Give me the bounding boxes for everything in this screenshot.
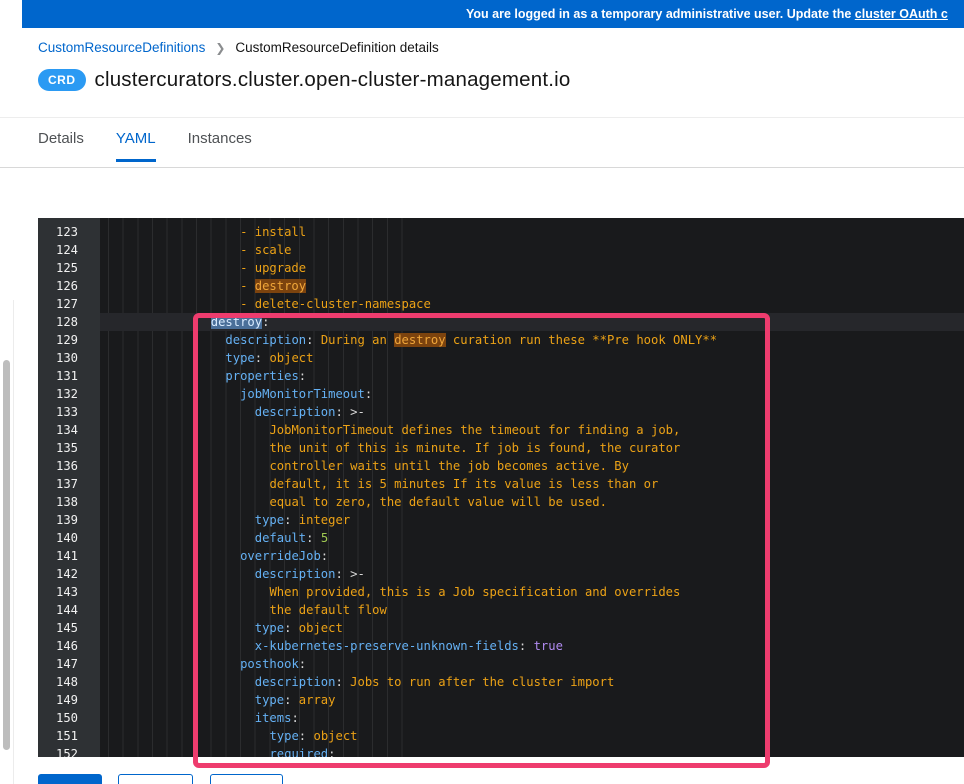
line-number: 142 (55, 567, 78, 581)
code-line[interactable]: - destroy (100, 277, 964, 295)
line-number: 143 (55, 585, 78, 599)
code-line[interactable]: description: >- (100, 403, 964, 421)
code-line[interactable]: x-kubernetes-preserve-unknown-fields: tr… (100, 637, 964, 655)
code-line[interactable]: controller waits until the job becomes a… (100, 457, 964, 475)
line-number: 130 (55, 351, 78, 365)
line-number: 145 (55, 621, 78, 635)
banner-message: You are logged in as a temporary adminis… (466, 7, 855, 21)
code-line[interactable]: type: object (100, 727, 964, 745)
left-scrollbar-track (13, 300, 14, 784)
code-line[interactable]: the default flow (100, 601, 964, 619)
line-number: 146 (55, 639, 78, 653)
code-line[interactable]: default: 5 (100, 529, 964, 547)
line-number: 141 (55, 549, 78, 563)
tab-details[interactable]: Details (38, 118, 84, 162)
line-number: 147 (55, 657, 78, 671)
code-line[interactable]: - upgrade (100, 259, 964, 277)
code-line[interactable]: description: During an destroy curation … (100, 331, 964, 349)
line-number: 150 (55, 711, 78, 725)
secondary-action-button-1[interactable] (118, 774, 193, 784)
line-number: 123 (55, 225, 78, 239)
code-line[interactable]: - install (100, 223, 964, 241)
code-line[interactable]: type: array (100, 691, 964, 709)
line-number: 137 (55, 477, 78, 491)
tabs-bottom-divider (0, 167, 964, 168)
breadcrumb-link-customresourcedefinitions[interactable]: CustomResourceDefinitions (38, 40, 205, 55)
code-line[interactable]: JobMonitorTimeout defines the timeout fo… (100, 421, 964, 439)
code-line[interactable]: properties: (100, 367, 964, 385)
code-line[interactable]: description: Jobs to run after the clust… (100, 673, 964, 691)
page-header: CRD clustercurators.cluster.open-cluster… (38, 68, 571, 92)
code-line[interactable]: items: (100, 709, 964, 727)
code-line[interactable]: type: object (100, 349, 964, 367)
yaml-editor[interactable]: 123 124 125 126 127 128 129 130 131 132 133 134 135 1… (38, 218, 964, 757)
editor-code-area[interactable]: - install - scale - upgrade - destroy - … (100, 218, 964, 757)
line-number: 134 (55, 423, 78, 437)
line-number: 149 (55, 693, 78, 707)
page-title: clustercurators.cluster.open-cluster-man… (94, 68, 571, 91)
secondary-action-button-2[interactable] (210, 774, 283, 784)
tab-yaml[interactable]: YAML (115, 118, 156, 162)
line-number: 132 (55, 387, 78, 401)
code-line[interactable]: required: (100, 745, 964, 757)
code-line[interactable]: - delete-cluster-namespace (100, 295, 964, 313)
code-line[interactable]: the unit of this is minute. If job is fo… (100, 439, 964, 457)
breadcrumb: CustomResourceDefinitions ❯ CustomResour… (38, 40, 439, 55)
cluster-oauth-link[interactable]: cluster OAuth c (855, 7, 948, 21)
crd-details-page: You are logged in as a temporary adminis… (0, 0, 964, 784)
line-number: 138 (55, 495, 78, 509)
line-number: 148 (55, 675, 78, 689)
code-line[interactable]: overrideJob: (100, 547, 964, 565)
line-number: 128 (55, 315, 78, 329)
line-number: 151 (55, 729, 78, 743)
editor-action-bar (38, 774, 283, 784)
primary-action-button[interactable] (38, 774, 102, 784)
code-line[interactable]: posthook: (100, 655, 964, 673)
code-line[interactable]: type: integer (100, 511, 964, 529)
code-line[interactable]: destroy: (100, 313, 964, 331)
line-number: 152 (55, 747, 78, 757)
line-number: 131 (55, 369, 78, 383)
line-number: 133 (55, 405, 78, 419)
line-number: 136 (55, 459, 78, 473)
code-line[interactable]: equal to zero, the default value will be… (100, 493, 964, 511)
code-line[interactable]: - scale (100, 241, 964, 259)
login-banner: You are logged in as a temporary adminis… (22, 0, 964, 28)
tab-instances[interactable]: Instances (188, 118, 252, 162)
crd-badge: CRD (38, 68, 86, 92)
code-line[interactable]: When provided, this is a Job specificati… (100, 583, 964, 601)
left-scrollbar-thumb[interactable] (3, 360, 10, 750)
line-number: 129 (55, 333, 78, 347)
line-number: 144 (55, 603, 78, 617)
line-number: 126 (55, 279, 78, 293)
code-line[interactable]: default, it is 5 minutes If its value is… (100, 475, 964, 493)
line-number: 140 (55, 531, 78, 545)
line-number: 135 (55, 441, 78, 455)
line-number: 139 (55, 513, 78, 527)
editor-gutter: 123 124 125 126 127 128 129 130 131 132 133 134 135 1… (38, 218, 100, 757)
breadcrumb-separator-icon: ❯ (215, 40, 226, 55)
code-line[interactable]: jobMonitorTimeout: (100, 385, 964, 403)
banner-text: You are logged in as a temporary adminis… (466, 0, 948, 28)
editor-code-lines: - install - scale - upgrade - destroy - … (100, 218, 964, 757)
code-line[interactable]: description: >- (100, 565, 964, 583)
line-number: 124 (55, 243, 78, 257)
line-number: 127 (55, 297, 78, 311)
code-line[interactable]: type: object (100, 619, 964, 637)
breadcrumb-current: CustomResourceDefinition details (235, 40, 439, 55)
line-number: 125 (55, 261, 78, 275)
tab-bar: Details YAML Instances (38, 118, 284, 162)
